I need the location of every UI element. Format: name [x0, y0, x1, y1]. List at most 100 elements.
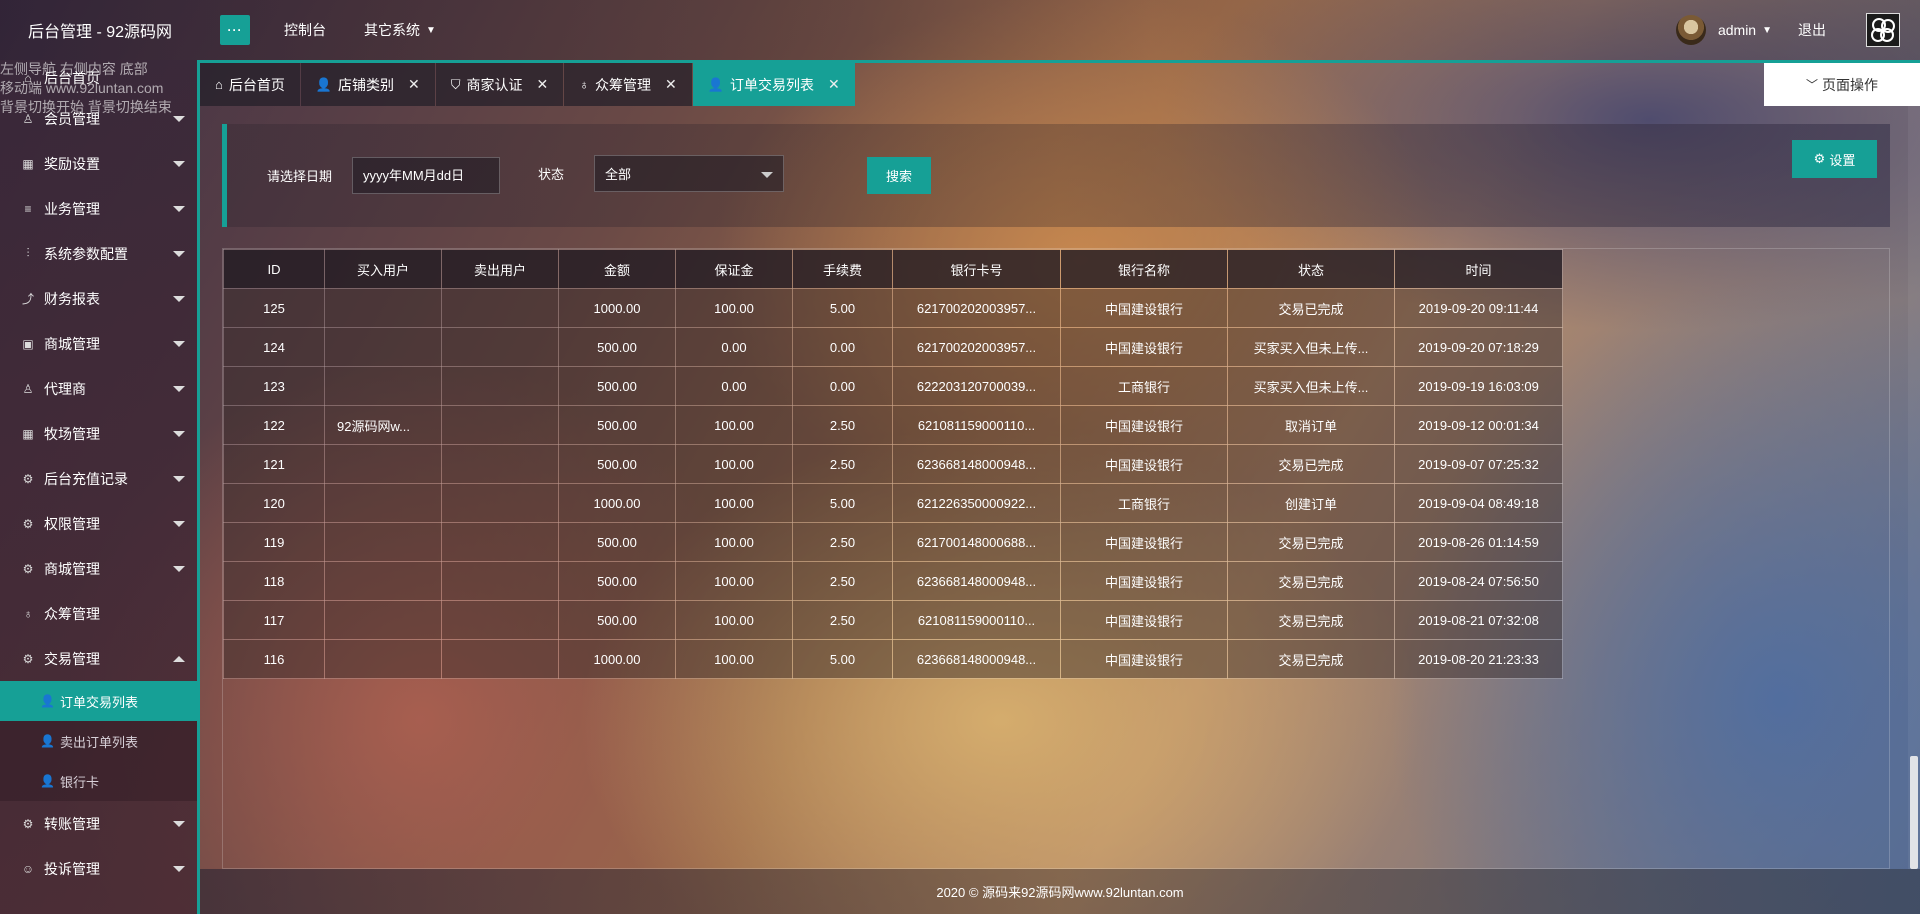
- home-icon: ⌂: [215, 77, 223, 92]
- sidebar-item-label: 商城管理: [44, 335, 100, 352]
- tab-merchant-auth[interactable]: ⛉ 商家认证 ✕: [435, 63, 564, 106]
- sidebar-subitem[interactable]: 👤 银行卡: [0, 761, 197, 801]
- sidebar-item[interactable]: ♙ 代理商: [0, 366, 197, 411]
- table-row[interactable]: 120 1000.00 100.00 5.00 621226350000922... 工商…: [223, 483, 1563, 523]
- table-row[interactable]: 118 500.00 100.00 2.50 623668148000948... 中国建…: [223, 561, 1563, 601]
- sidebar-item[interactable]: ⫶ 系统参数配置: [0, 231, 197, 276]
- column-header[interactable]: 金额: [558, 249, 676, 289]
- sidebar-item[interactable]: ≡ 业务管理: [0, 186, 197, 231]
- table-header-row: ID 买入用户 卖出用户 金额 保证金 手续费 银行卡号 银行名称 状态 时间: [223, 249, 1563, 289]
- sidebar-item[interactable]: ⚙ 转账管理: [0, 801, 197, 846]
- date-input[interactable]: [352, 157, 500, 194]
- table-cell: 500.00: [558, 405, 676, 445]
- table-cell: 500.00: [558, 600, 676, 640]
- user-icon: 👤: [40, 734, 55, 748]
- sidebar-item-label: 交易管理: [44, 650, 100, 667]
- sidebar-item[interactable]: ⚙ 权限管理: [0, 501, 197, 546]
- status-label: 状态: [538, 167, 565, 182]
- caret-down-icon: [173, 430, 185, 437]
- scrollbar-thumb[interactable]: [1910, 756, 1918, 869]
- table-cell: 125: [223, 288, 325, 328]
- column-header[interactable]: 手续费: [792, 249, 893, 289]
- table-cell: 122: [223, 405, 325, 445]
- sidebar-item-label: 系统参数配置: [44, 245, 128, 262]
- user-icon: 👤: [40, 694, 55, 708]
- sidebar-item[interactable]: ⚙ 商城管理: [0, 546, 197, 591]
- column-header[interactable]: 时间: [1394, 249, 1563, 289]
- sidebar-item[interactable]: ⚙ 交易管理: [0, 636, 197, 681]
- column-header[interactable]: 状态: [1227, 249, 1395, 289]
- sidebar-item[interactable]: ⤴ 财务报表: [0, 276, 197, 321]
- logout-link[interactable]: 退出: [1798, 20, 1826, 40]
- tab-order-list[interactable]: 👤 订单交易列表 ✕: [692, 63, 855, 106]
- tab-label: 订单交易列表: [729, 76, 814, 93]
- tab-home[interactable]: ⌂ 后台首页: [200, 63, 300, 106]
- sidebar-subitem[interactable]: 👤 订单交易列表: [0, 681, 197, 721]
- caret-down-icon: [173, 565, 185, 572]
- gift-icon: ▦: [22, 426, 34, 441]
- table-row[interactable]: 116 1000.00 100.00 5.00 623668148000948... 中国…: [223, 639, 1563, 679]
- avatar[interactable]: [1675, 15, 1706, 45]
- table-row[interactable]: 125 1000.00 100.00 5.00 621700202003957... 中国…: [223, 288, 1563, 328]
- brand-logo-icon[interactable]: [1866, 13, 1900, 47]
- sidebar-item[interactable]: ☺ 投诉管理: [0, 846, 197, 891]
- app-logo[interactable]: 后台管理 - 92源码网: [0, 18, 200, 42]
- page-operations-button[interactable]: ﹀ 页面操作: [1764, 63, 1920, 106]
- table-row[interactable]: 123 500.00 0.00 0.00 622203120700039... 工商银行买…: [223, 366, 1563, 406]
- tab-shop-category[interactable]: 👤 店铺类别 ✕: [300, 63, 435, 106]
- gear-icon: ⚙: [22, 561, 34, 576]
- table-cell: 中国建设银行: [1060, 522, 1228, 562]
- table-cell: [441, 366, 559, 406]
- sidebar-item[interactable]: ♁ 众筹管理: [0, 591, 197, 636]
- table-row[interactable]: 124 500.00 0.00 0.00 621700202003957... 中国建设银…: [223, 327, 1563, 367]
- sidebar-item[interactable]: ⚙ 后台充值记录: [0, 456, 197, 501]
- sidebar-subitem[interactable]: 👤 卖出订单列表: [0, 721, 197, 761]
- table-cell: 621081159000110...: [892, 405, 1061, 445]
- scrollbar[interactable]: [1908, 106, 1920, 869]
- table-cell: 中国建设银行: [1060, 327, 1228, 367]
- table-cell: 交易已完成: [1227, 561, 1395, 601]
- nav-other-systems[interactable]: 其它系统 ▼: [364, 20, 436, 40]
- sidebar-item[interactable]: ▣ 商城管理: [0, 321, 197, 366]
- column-header[interactable]: 银行卡号: [892, 249, 1061, 289]
- table-cell: 100.00: [675, 483, 793, 523]
- username[interactable]: admin: [1718, 22, 1756, 38]
- table-cell: [324, 522, 442, 562]
- close-icon[interactable]: ✕: [408, 76, 420, 93]
- table-cell: 交易已完成: [1227, 639, 1395, 679]
- table-row[interactable]: 119 500.00 100.00 2.50 621700148000688... 中国建…: [223, 522, 1563, 562]
- close-icon[interactable]: ✕: [828, 76, 840, 93]
- sidebar-item-label: 牧场管理: [44, 425, 100, 442]
- table-row[interactable]: 121 500.00 100.00 2.50 623668148000948... 中国建…: [223, 444, 1563, 484]
- column-header[interactable]: 保证金: [675, 249, 793, 289]
- status-select[interactable]: 全部: [594, 155, 784, 192]
- search-button[interactable]: 搜索: [867, 157, 931, 194]
- close-icon[interactable]: ✕: [665, 76, 677, 93]
- column-header[interactable]: 银行名称: [1060, 249, 1228, 289]
- tab-crowdfunding[interactable]: ♁ 众筹管理 ✕: [564, 63, 692, 106]
- column-header[interactable]: 买入用户: [324, 249, 442, 289]
- main-content: 请选择日期 状态 全部 搜索 ⚙ 设置 ID买入用户卖出用户金额保证金手续费银行…: [200, 106, 1920, 869]
- sidebar-item[interactable]: ♙ 会员管理: [0, 96, 197, 141]
- sidebar-item[interactable]: ▦ 牧场管理: [0, 411, 197, 456]
- caret-down-icon: [173, 160, 185, 167]
- table-row[interactable]: 122 92源码网w... 500.00 100.00 2.50 621081159000…: [223, 405, 1563, 445]
- top-nav: 控制台 其它系统 ▼: [284, 20, 474, 40]
- nav-console[interactable]: 控制台: [284, 20, 326, 40]
- table-cell: 621226350000922...: [892, 483, 1061, 523]
- table-cell: 623668148000948...: [892, 561, 1061, 601]
- settings-button[interactable]: ⚙ 设置: [1792, 140, 1877, 178]
- menu-toggle-button[interactable]: ···: [220, 15, 250, 45]
- sidebar-item-home[interactable]: ⌂ 后台首页: [0, 60, 197, 96]
- table-cell: 120: [223, 483, 325, 523]
- table-cell: 500.00: [558, 444, 676, 484]
- close-icon[interactable]: ✕: [537, 76, 549, 93]
- caret-down-icon[interactable]: ▼: [1762, 25, 1772, 36]
- sidebar-item-label: 后台首页: [44, 70, 100, 86]
- sidebar-item[interactable]: ▦ 奖励设置: [0, 141, 197, 186]
- tab-label: 众筹管理: [595, 76, 652, 93]
- column-header[interactable]: ID: [223, 249, 325, 289]
- column-header[interactable]: 卖出用户: [441, 249, 559, 289]
- table-row[interactable]: 117 500.00 100.00 2.50 621081159000110... 中国建…: [223, 600, 1563, 640]
- table-cell: 2019-09-19 16:03:09: [1394, 366, 1563, 406]
